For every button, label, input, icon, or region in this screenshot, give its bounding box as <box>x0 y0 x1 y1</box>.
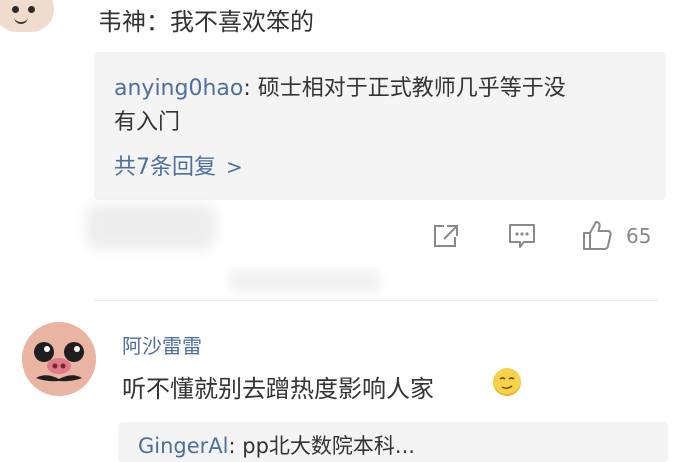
like-button[interactable] <box>580 218 614 252</box>
share-button[interactable] <box>431 222 461 250</box>
view-replies-label: 共7条回复 <box>114 155 216 180</box>
avatar[interactable] <box>0 0 54 32</box>
avatar-mouth <box>14 16 28 24</box>
comment-text: 听不懂就别去蹭热度影响人家 <box>122 375 434 403</box>
reply-text: pp北大数院本科... <box>235 434 415 458</box>
view-replies-link[interactable]: 共7条回复 > <box>114 149 243 181</box>
reply-preview-line: GingerAl: pp北大数院本科... <box>138 430 415 460</box>
blurred-region <box>86 205 216 249</box>
like-count: 65 <box>626 224 652 248</box>
avatar-eye-right <box>28 6 35 13</box>
divider <box>94 300 658 301</box>
avatar-eye-left <box>12 6 19 13</box>
reply-separator: : <box>243 76 251 101</box>
comment-text: 韦神：我不喜欢笨的 <box>98 8 314 36</box>
comment-button[interactable] <box>507 222 537 250</box>
reply-username[interactable]: anying0hao <box>114 76 243 101</box>
smirk-emoji-icon <box>493 368 521 396</box>
pig-avatar-icon <box>22 322 96 396</box>
avatar[interactable] <box>22 322 96 396</box>
reply-text-line1: 硕士相对于正式教师几乎等于没 <box>250 76 566 101</box>
share-icon <box>434 225 458 247</box>
reply-username[interactable]: GingerAl <box>138 434 229 458</box>
reply-text-line2: 有入门 <box>114 110 181 135</box>
chevron-right-icon: > <box>226 155 243 179</box>
comment-username[interactable]: 阿沙雷雷 <box>122 330 202 359</box>
reply-separator: : <box>228 434 236 458</box>
thumbs-up-icon <box>583 221 612 250</box>
reply-preview-line1: anying0hao: 硕士相对于正式教师几乎等于没 <box>114 70 566 102</box>
blurred-region <box>230 270 380 292</box>
comment-icon <box>509 224 535 248</box>
